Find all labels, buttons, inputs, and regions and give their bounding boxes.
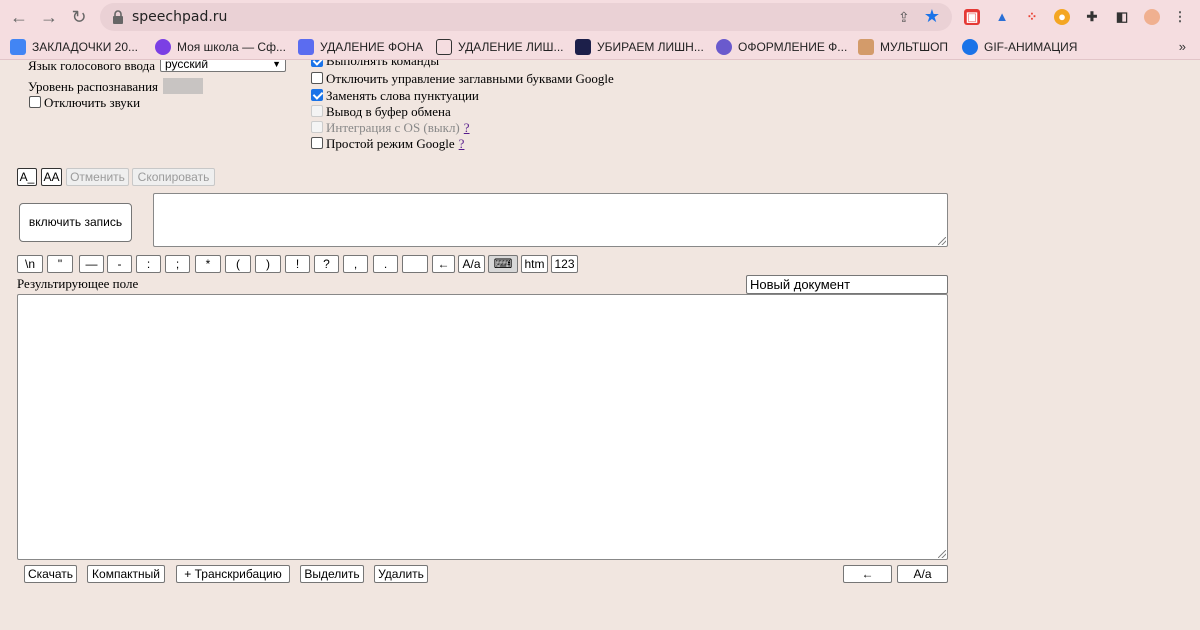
document-name-input[interactable]: Новый документ [746,275,948,294]
browser-toolbar: ← → ↻ speechpad.ru ⇪ ★ ▣ ▲ ⁘ ● ✚ ◧ ⋮ [0,0,1200,34]
voice-input-textarea[interactable] [153,193,948,247]
punct-button-1[interactable]: " [47,255,73,273]
replace-punct-checkbox[interactable] [311,89,323,101]
side-panel-icon[interactable]: ◧ [1114,9,1130,25]
punct-button-2[interactable]: — [79,255,104,273]
extension-red-icon[interactable]: ▣ [964,9,980,25]
select-button[interactable]: Выделить [300,565,364,583]
punct-button-15[interactable]: A/a [458,255,485,273]
mute-sounds-label: Отключить звуки [44,95,141,110]
reload-icon[interactable]: ↻ [68,6,90,28]
resize-handle-icon[interactable] [938,550,946,558]
clipboard-checkbox[interactable] [311,105,323,117]
gif-icon [962,39,978,55]
lock-icon [113,10,123,24]
os-integration-help-link[interactable]: ? [464,120,470,135]
mute-sounds-checkbox[interactable] [29,96,41,108]
numbers-button[interactable]: 123 [551,255,578,273]
disable-caps-label: Отключить управление заглавными буквами … [326,71,614,86]
extension-coin-icon[interactable]: ● [1054,9,1070,25]
recognition-level-label: Уровень распознавания [28,79,159,94]
transcribe-button[interactable]: + Транскрибацию [176,565,290,583]
simple-mode-help-link[interactable]: ? [459,136,465,151]
compact-button[interactable]: Компактный [87,565,165,583]
voice-lang-label: Язык голосового ввода [28,60,156,73]
aa-button[interactable]: AA [41,168,62,186]
result-field-label: Результирующее поле [17,276,139,291]
a-underscore-button[interactable]: A_ [17,168,37,186]
delete-button[interactable]: Удалить [374,565,428,583]
bookmark-star-icon[interactable]: ★ [924,6,940,27]
simple-mode-label: Простой режим Google? [326,136,465,151]
share-icon[interactable]: ⇪ [898,9,912,25]
extension-dots-icon[interactable]: ⁘ [1024,9,1040,25]
bookmark-item[interactable]: Моя школа — Сф... [155,38,286,56]
doc-icon [10,39,26,55]
replace-punct-label: Заменять слова пунктуации [326,88,479,103]
punct-button-3[interactable]: - [107,255,132,273]
punct-button-4[interactable]: : [136,255,161,273]
copy-button[interactable]: Скопировать [132,168,215,186]
keyboard-button[interactable]: ⌨ [488,255,518,273]
layers-icon [298,39,314,55]
recognition-level-meter [163,78,203,94]
menu-kebab-icon[interactable]: ⋮ [1172,9,1188,25]
punct-button-10[interactable]: ? [314,255,339,273]
brush-icon [436,39,452,55]
punct-button-13[interactable] [402,255,428,273]
record-button[interactable]: включить запись [19,203,132,242]
execute-commands-label: Выполнять команды [326,60,440,68]
address-bar[interactable]: speechpad.ru ⇪ ★ [100,3,952,31]
bookmarks-overflow-icon[interactable]: » [1179,39,1186,54]
globe-icon [716,39,732,55]
bookmark-item[interactable]: МУЛЬТШОП [858,38,948,56]
profile-avatar[interactable] [1144,9,1160,25]
back-arrow-button[interactable]: ← [843,565,892,583]
clipboard-label: Вывод в буфер обмена [326,104,451,119]
resize-handle-icon[interactable] [938,237,946,245]
case-toggle-button[interactable]: A/a [897,565,948,583]
punct-button-9[interactable]: ! [285,255,310,273]
punct-button-12[interactable]: . [373,255,398,273]
bookmark-item[interactable]: УБИРАЕМ ЛИШН... [575,38,704,56]
punct-button-8[interactable]: ) [255,255,281,273]
chevron-down-icon: ▼ [272,60,281,69]
punct-button-0[interactable]: \n [17,255,43,273]
r-logo-icon [575,39,591,55]
disable-caps-checkbox[interactable] [311,72,323,84]
bookmark-item[interactable]: ОФОРМЛЕНИЕ Ф... [716,38,847,56]
execute-commands-checkbox[interactable] [311,60,323,67]
result-textarea[interactable] [17,294,948,560]
keyboard-icon: ⌨ [493,256,513,271]
punct-button-14[interactable]: ← [432,255,455,273]
school-icon [155,39,171,55]
bookmark-item[interactable]: УДАЛЕНИЕ ФОНА [298,38,423,56]
page-content: Язык голосового ввода русский ▼ Уровень … [0,60,1200,630]
punct-button-11[interactable]: , [343,255,368,273]
voice-lang-select[interactable]: русский ▼ [160,60,286,72]
punct-button-7[interactable]: ( [225,255,251,273]
htm-button[interactable]: htm [521,255,548,273]
shop-icon [858,39,874,55]
bookmark-item[interactable]: GIF-АНИМАЦИЯ [962,38,1077,56]
punct-button-6[interactable]: * [195,255,221,273]
extension-drop-icon[interactable]: ▲ [994,9,1010,25]
bookmarks-bar: ЗАКЛАДОЧКИ 20... Моя школа — Сф... УДАЛЕ… [0,34,1200,60]
back-arrow-icon[interactable]: ← [8,6,30,28]
punct-button-5[interactable]: ; [165,255,190,273]
forward-arrow-icon[interactable]: → [38,6,60,28]
extensions-puzzle-icon[interactable]: ✚ [1084,9,1100,25]
simple-mode-checkbox[interactable] [311,137,323,149]
undo-button[interactable]: Отменить [66,168,129,186]
os-integration-checkbox[interactable] [311,121,323,133]
bookmark-item[interactable]: ЗАКЛАДОЧКИ 20... [10,38,138,56]
bookmark-item[interactable]: УДАЛЕНИЕ ЛИШ... [436,38,564,56]
os-integration-label: Интеграция с OS (выкл)? [326,120,470,135]
url-text: speechpad.ru [132,9,228,25]
download-button[interactable]: Скачать [24,565,77,583]
